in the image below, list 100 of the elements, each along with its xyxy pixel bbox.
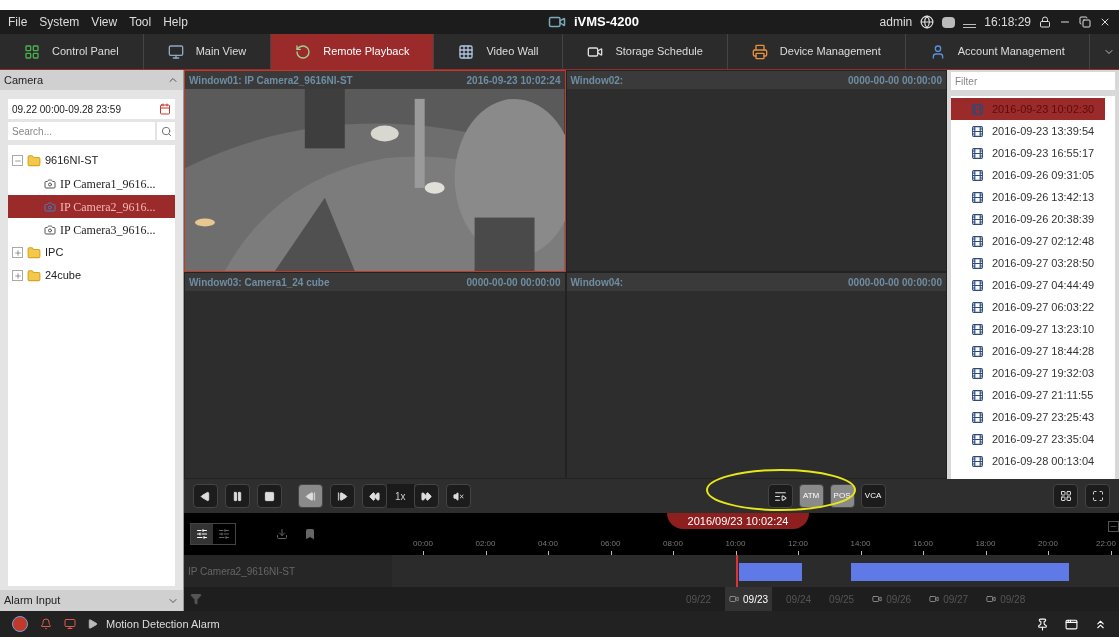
window-time: 0000-00-00 00:00:00	[848, 73, 942, 88]
nav-tab[interactable]: Device Management	[727, 34, 906, 69]
playback-button[interactable]	[193, 484, 218, 508]
tool-button[interactable]: VCA	[860, 484, 886, 508]
tick-label: 22:00	[1096, 538, 1116, 550]
tree-item[interactable]: IPC	[45, 244, 64, 261]
window-time: 2016-09-23 10:02:24	[466, 73, 561, 88]
lock-icon[interactable]	[1039, 16, 1051, 28]
filter-field[interactable]: Filter	[951, 72, 1115, 90]
recording-item[interactable]: 2016-09-27 23:35:04	[951, 428, 1105, 450]
film-icon	[971, 190, 984, 204]
tree-item[interactable]: 24cube	[45, 267, 82, 284]
collapse-toggle[interactable]	[12, 155, 23, 166]
list-icon	[773, 489, 787, 503]
folder-icon	[27, 153, 41, 168]
layout-button[interactable]	[1053, 484, 1078, 508]
search-field[interactable]: Search...	[8, 122, 155, 140]
tick-label: 12:00	[788, 538, 808, 550]
panel-title: Alarm Input	[4, 593, 61, 609]
recording-item[interactable]: 2016-09-23 16:55:17	[951, 142, 1105, 164]
nav-tab[interactable]: Remote Playback	[271, 34, 435, 69]
film-icon	[971, 124, 984, 138]
nav-tab[interactable]: Account Management	[905, 34, 1090, 69]
tree-item[interactable]: IP Camera1_9616...	[8, 172, 175, 195]
speed-label: 1x	[387, 484, 414, 508]
recording-item[interactable]: 2016-09-26 20:38:39	[951, 208, 1105, 230]
playback-button[interactable]	[445, 484, 471, 508]
nav-tab[interactable]: Video Wall	[434, 34, 564, 69]
playback-button[interactable]	[257, 484, 282, 508]
menu-item[interactable]: Help	[163, 13, 188, 31]
fast-forward-icon	[420, 490, 432, 502]
recording-item[interactable]: 2016-09-26 09:31:05	[951, 164, 1105, 186]
recording-item[interactable]: 2016-09-27 19:32:03	[951, 362, 1105, 384]
tick-label: 20:00	[1038, 538, 1058, 550]
bell-icon[interactable]	[40, 618, 52, 630]
recording-item[interactable]: 2016-09-27 04:44:49	[951, 274, 1105, 296]
sliders-icon[interactable]	[191, 524, 213, 544]
date-range-field[interactable]: 09.22 00:00-09.28 23:59	[8, 99, 175, 119]
recording-item[interactable]: 2016-09-27 18:44:28	[951, 340, 1105, 362]
recording-item[interactable]: 2016-09-27 02:12:48	[951, 230, 1105, 252]
search-icon	[160, 125, 172, 137]
film-icon	[971, 256, 984, 270]
film-icon	[971, 366, 984, 380]
playback-button[interactable]	[362, 484, 387, 508]
alarm-icon[interactable]	[12, 616, 28, 632]
bookmark-icon[interactable]	[304, 528, 316, 540]
film-icon	[971, 432, 984, 446]
triangle-icon	[88, 619, 98, 629]
tick-label: 06:00	[600, 538, 621, 550]
nav-tab[interactable]: Storage Schedule	[563, 34, 728, 69]
plus-icon	[13, 271, 22, 280]
close-icon[interactable]	[1099, 16, 1111, 28]
window-time: 0000-00-00 00:00:00	[848, 275, 942, 290]
playback-button[interactable]	[225, 484, 250, 508]
window-icon[interactable]	[1065, 617, 1078, 631]
recording-item[interactable]: 2016-09-27 21:11:55	[951, 384, 1105, 406]
recording-item[interactable]: 2016-09-27 06:03:22	[951, 296, 1105, 318]
clock-time: 16:18:29	[984, 14, 1031, 31]
film-icon	[971, 344, 984, 358]
tick-label: 14:00	[850, 538, 871, 550]
recording-item[interactable]: 2016-09-27 23:25:43	[951, 406, 1105, 428]
tool-button[interactable]	[767, 484, 793, 508]
pin-icon[interactable]	[1036, 617, 1049, 631]
film-icon	[971, 410, 984, 424]
tree-item[interactable]: IP Camera3_9616...	[8, 218, 175, 241]
menu-item[interactable]: View	[91, 13, 118, 31]
grid-icon	[1059, 490, 1072, 502]
tick-label: 18:00	[975, 538, 996, 550]
expand-toggle[interactable]	[12, 270, 23, 281]
tree-item[interactable]: 9616NI-ST	[45, 152, 99, 169]
monitor-icon[interactable]	[64, 618, 76, 630]
film-icon	[971, 234, 984, 248]
menu-item[interactable]: Tool	[129, 13, 152, 31]
nav-tab[interactable]: Control Panel	[0, 34, 144, 69]
recording-item[interactable]: 2016-09-27 13:23:10	[951, 318, 1105, 340]
fullscreen-button[interactable]	[1085, 484, 1110, 508]
date-tab[interactable]: 09/23	[725, 587, 773, 611]
recording-item[interactable]: 2016-09-23 13:39:54	[951, 120, 1105, 142]
tree-item[interactable]: IP Camera2_9616...	[8, 195, 175, 218]
playback-button[interactable]	[330, 484, 355, 508]
expand-toggle[interactable]	[12, 247, 23, 258]
recording-item[interactable]: 2016-09-28 00:13:04	[951, 450, 1105, 472]
recording-item[interactable]: 2016-09-26 13:42:13	[951, 186, 1105, 208]
film-icon	[971, 388, 984, 402]
search-button[interactable]	[157, 122, 175, 140]
menu-item[interactable]: File	[8, 13, 28, 31]
app-title: iVMS-4200	[574, 13, 640, 32]
tick-label: 10:00	[725, 538, 746, 550]
calendar-icon[interactable]	[159, 103, 171, 115]
camera-icon	[986, 594, 997, 604]
recording-item[interactable]: 2016-09-27 03:28:50	[951, 252, 1105, 274]
restore-icon[interactable]	[1079, 16, 1091, 28]
playback-button[interactable]	[413, 484, 439, 508]
printer-icon	[751, 43, 768, 60]
globe-icon	[920, 15, 935, 29]
download-icon[interactable]	[276, 528, 288, 540]
zoom-out-icon[interactable]	[1108, 521, 1119, 532]
menu-item[interactable]: System	[39, 13, 80, 31]
grid-icon	[458, 43, 475, 60]
playback-button[interactable]	[298, 484, 323, 508]
